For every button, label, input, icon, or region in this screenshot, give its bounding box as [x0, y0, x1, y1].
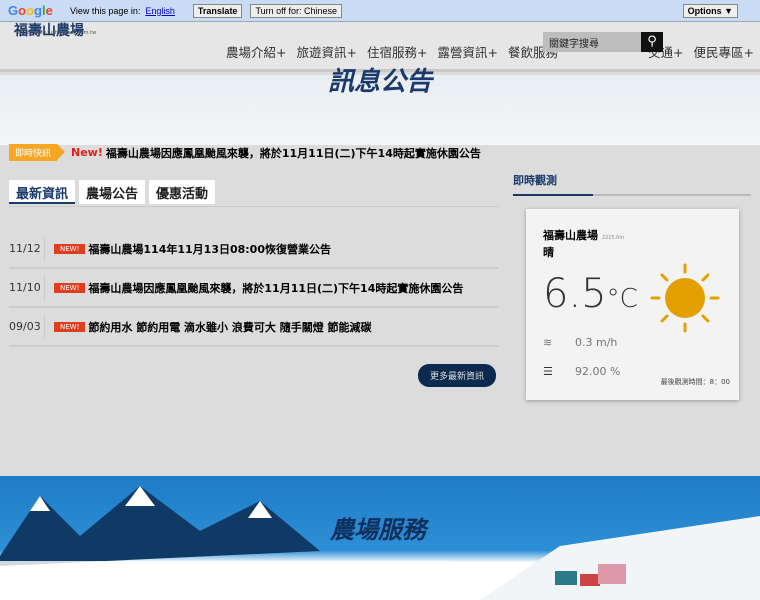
weather-card: 福壽山農場 2215.0m 晴 6.5°C ≋ 0.3 m/h ☰ 92.00 % …: [526, 209, 739, 400]
logo-url: https://www.fushoushan.com.tw: [16, 30, 97, 36]
wind-speed: 0.3 m/h: [575, 336, 618, 349]
options-button[interactable]: Options ▼: [682, 3, 738, 18]
elevation: 2215.0m: [601, 235, 625, 241]
new-label: New!: [71, 146, 103, 159]
wind-icon: ≋: [543, 336, 553, 349]
google-logo: Google: [8, 3, 53, 18]
search-icon[interactable]: ⚲: [641, 32, 663, 52]
divider: [513, 194, 751, 196]
temp-unit: °C: [606, 284, 638, 314]
weather-location: 福壽山農場: [543, 229, 598, 242]
nav-item[interactable]: 農場介紹+: [226, 42, 286, 61]
humidity: 92.00 %: [575, 365, 621, 378]
nav-item[interactable]: 露營資訊+: [437, 42, 497, 61]
divider: [9, 206, 499, 207]
tab-latest[interactable]: 最新資訊: [9, 180, 76, 204]
news-title[interactable]: 福壽山農場因應鳳凰颱風來襲，將於11月11日(二)下午14時起實施休園公告: [88, 280, 463, 296]
hero: 訊息公告: [0, 67, 760, 145]
news-date: 11/12: [9, 235, 45, 262]
nav-item[interactable]: 住宿服務+: [367, 42, 427, 61]
news-ticker: 即時快訊 New! 福壽山農場因應鳳凰颱風來襲，將於11月11日(二)下午14時…: [9, 144, 481, 161]
page-title: 訊息公告: [327, 67, 432, 97]
list-item[interactable]: 11/12 NEW! 福壽山農場114年11月13日08:00恢復營業公告: [9, 230, 499, 269]
banner-title: 農場服務: [330, 516, 426, 544]
new-badge: NEW!: [54, 321, 86, 332]
tab-promotions[interactable]: 優惠活動: [149, 180, 216, 204]
news-title[interactable]: 節約用水 節約用電 滴水雖小 浪費可大 隨手關燈 節能減碳: [88, 319, 371, 335]
sun-icon: [650, 263, 720, 333]
new-badge: NEW!: [54, 282, 86, 293]
news-tabs: 最新資訊 農場公告 優惠活動: [9, 180, 216, 204]
list-item[interactable]: 09/03 NEW! 節約用水 節約用電 滴水雖小 浪費可大 隨手關燈 節能減碳: [9, 308, 499, 347]
news-title[interactable]: 福壽山農場114年11月13日08:00恢復營業公告: [88, 241, 331, 257]
temperature: 6.5: [543, 271, 607, 317]
nav-item[interactable]: 旅遊資訊+: [296, 42, 356, 61]
humidity-icon: ☰: [543, 365, 553, 378]
translate-prompt: View this page in:: [70, 5, 141, 16]
ticker-tag: 即時快訊: [9, 144, 66, 161]
services-banner: 農場服務: [0, 476, 760, 600]
translate-bar: Google View this page in: English Transl…: [0, 0, 760, 22]
weather-condition: 晴: [543, 246, 554, 259]
news-date: 09/03: [9, 313, 45, 340]
weather-title: 即時觀測: [513, 174, 557, 187]
tab-announcements[interactable]: 農場公告: [79, 180, 146, 204]
language-link[interactable]: English: [145, 6, 175, 16]
list-item[interactable]: 11/10 NEW! 福壽山農場因應鳳凰颱風來襲，將於11月11日(二)下午14時起…: [9, 269, 499, 308]
observed-time: 最後觀測時間：8：00: [660, 378, 730, 386]
news-date: 11/10: [9, 274, 45, 301]
nav-item[interactable]: 便民專區+: [693, 42, 753, 61]
translate-button[interactable]: Translate: [192, 3, 243, 18]
more-news-button[interactable]: 更多最新資訊: [418, 364, 497, 387]
ticker-text[interactable]: 福壽山農場因應鳳凰颱風來襲，將於11月11日(二)下午14時起實施休園公告: [106, 145, 481, 161]
new-badge: NEW!: [54, 243, 86, 254]
news-list: 11/12 NEW! 福壽山農場114年11月13日08:00恢復營業公告 11/1…: [9, 230, 499, 347]
turn-off-button[interactable]: Turn off for: Chinese: [250, 3, 342, 18]
main-nav: 農場介紹+ 旅遊資訊+ 住宿服務+ 露營資訊+ 餐飲服務 交通+ 便民專區+: [226, 42, 754, 61]
